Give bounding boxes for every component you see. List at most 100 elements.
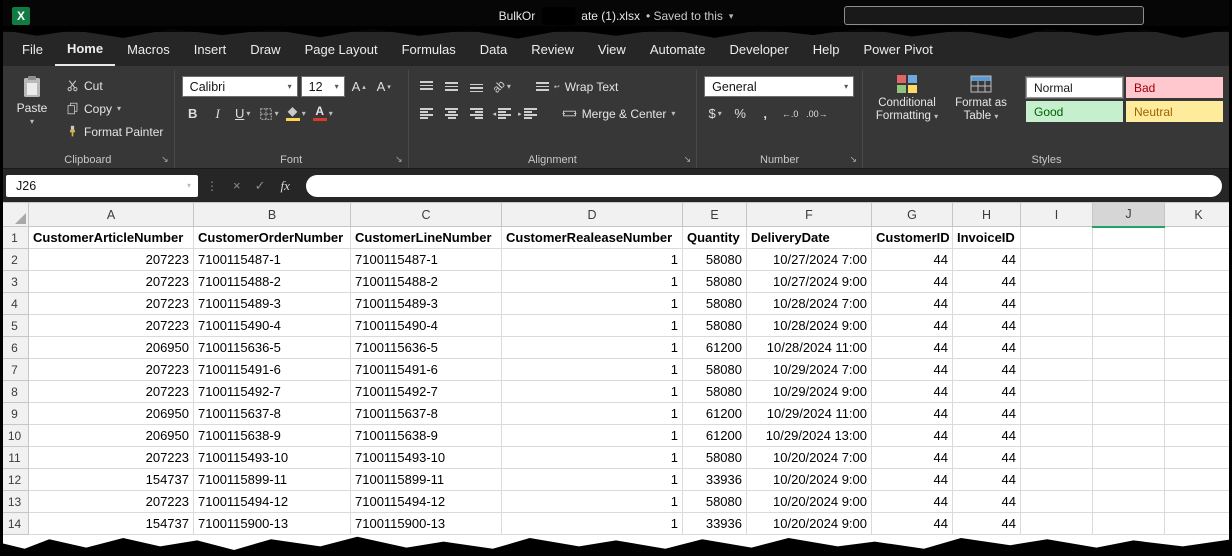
cell-A6[interactable]: 206950 [29, 337, 194, 359]
bold-button[interactable]: B [182, 103, 204, 124]
column-header-I[interactable]: I [1021, 203, 1093, 227]
row-header-10[interactable]: 10 [1, 425, 29, 447]
cell-D12[interactable]: 1 [502, 469, 683, 491]
cell-K3[interactable] [1165, 271, 1232, 293]
cell-C6[interactable]: 7100115636-5 [351, 337, 502, 359]
row-header-14[interactable]: 14 [1, 513, 29, 535]
decrease-indent-button[interactable]: ◂ [491, 103, 514, 124]
align-left-button[interactable] [416, 103, 438, 124]
column-header-B[interactable]: B [194, 203, 351, 227]
cell-F11[interactable]: 10/20/2024 7:00 [747, 447, 872, 469]
cell-G6[interactable]: 44 [872, 337, 953, 359]
cell-A5[interactable]: 207223 [29, 315, 194, 337]
cell-H6[interactable]: 44 [953, 337, 1021, 359]
accounting-format-button[interactable]: $ ▾ [704, 103, 726, 124]
align-right-button[interactable] [466, 103, 488, 124]
column-header-J[interactable]: J [1093, 203, 1165, 227]
cell-E6[interactable]: 61200 [683, 337, 747, 359]
search-box[interactable] [844, 6, 1144, 25]
column-header-G[interactable]: G [872, 203, 953, 227]
cell-I3[interactable] [1021, 271, 1093, 293]
cell-I11[interactable] [1021, 447, 1093, 469]
cell-I7[interactable] [1021, 359, 1093, 381]
cell-F10[interactable]: 10/29/2024 13:00 [747, 425, 872, 447]
conditional-formatting-button[interactable]: Conditional Formatting ▾ [870, 70, 944, 150]
cell-E11[interactable]: 58080 [683, 447, 747, 469]
cell-E9[interactable]: 61200 [683, 403, 747, 425]
insert-function-button[interactable]: fx [281, 178, 290, 194]
cell-H4[interactable]: 44 [953, 293, 1021, 315]
cell-F5[interactable]: 10/28/2024 9:00 [747, 315, 872, 337]
style-normal[interactable]: Normal [1026, 77, 1123, 98]
cell-C7[interactable]: 7100115491-6 [351, 359, 502, 381]
name-box[interactable]: J26 ▾ [6, 175, 198, 197]
cell-A9[interactable]: 206950 [29, 403, 194, 425]
cell-D14[interactable]: 1 [502, 513, 683, 535]
cell-F1[interactable]: DeliveryDate [747, 227, 872, 249]
cell-D6[interactable]: 1 [502, 337, 683, 359]
cell-G9[interactable]: 44 [872, 403, 953, 425]
menu-tab-view[interactable]: View [586, 32, 638, 66]
cell-G8[interactable]: 44 [872, 381, 953, 403]
cell-H14[interactable]: 44 [953, 513, 1021, 535]
row-header-8[interactable]: 8 [1, 381, 29, 403]
cell-G14[interactable]: 44 [872, 513, 953, 535]
cell-J3[interactable] [1093, 271, 1165, 293]
cell-G11[interactable]: 44 [872, 447, 953, 469]
cell-K5[interactable] [1165, 315, 1232, 337]
increase-decimal-button[interactable]: ←.0 [779, 103, 801, 124]
cell-E10[interactable]: 61200 [683, 425, 747, 447]
cell-F2[interactable]: 10/27/2024 7:00 [747, 249, 872, 271]
italic-button[interactable]: I [207, 103, 229, 124]
row-header-7[interactable]: 7 [1, 359, 29, 381]
paste-dropdown-icon[interactable]: ▾ [30, 117, 34, 126]
menu-tab-formulas[interactable]: Formulas [390, 32, 468, 66]
font-size-select[interactable]: 12 ▾ [301, 76, 345, 97]
cell-A12[interactable]: 154737 [29, 469, 194, 491]
cell-B1[interactable]: CustomerOrderNumber [194, 227, 351, 249]
cell-C13[interactable]: 7100115494-12 [351, 491, 502, 513]
fill-color-button[interactable]: ▾ [284, 103, 308, 124]
row-header-5[interactable]: 5 [1, 315, 29, 337]
cell-F7[interactable]: 10/29/2024 7:00 [747, 359, 872, 381]
menu-tab-file[interactable]: File [10, 32, 55, 66]
comma-style-button[interactable]: , [754, 103, 776, 124]
cell-G3[interactable]: 44 [872, 271, 953, 293]
cell-J10[interactable] [1093, 425, 1165, 447]
cell-F3[interactable]: 10/27/2024 9:00 [747, 271, 872, 293]
cell-G7[interactable]: 44 [872, 359, 953, 381]
menu-tab-macros[interactable]: Macros [115, 32, 182, 66]
number-dialog-launcher[interactable]: ↘ [849, 154, 857, 165]
cell-I14[interactable] [1021, 513, 1093, 535]
cell-H5[interactable]: 44 [953, 315, 1021, 337]
cell-C10[interactable]: 7100115638-9 [351, 425, 502, 447]
format-painter-button[interactable]: Format Painter [63, 122, 166, 141]
cell-F14[interactable]: 10/20/2024 9:00 [747, 513, 872, 535]
row-header-12[interactable]: 12 [1, 469, 29, 491]
cell-J11[interactable] [1093, 447, 1165, 469]
cell-F4[interactable]: 10/28/2024 7:00 [747, 293, 872, 315]
cell-A8[interactable]: 207223 [29, 381, 194, 403]
cell-K7[interactable] [1165, 359, 1232, 381]
cell-J14[interactable] [1093, 513, 1165, 535]
cell-J1[interactable] [1093, 227, 1165, 249]
cell-K6[interactable] [1165, 337, 1232, 359]
column-header-D[interactable]: D [502, 203, 683, 227]
copy-dropdown-icon[interactable]: ▾ [117, 104, 121, 113]
cell-G13[interactable]: 44 [872, 491, 953, 513]
cell-D10[interactable]: 1 [502, 425, 683, 447]
cell-H13[interactable]: 44 [953, 491, 1021, 513]
merge-center-button[interactable]: Merge & Center ▾ [559, 104, 679, 123]
increase-indent-button[interactable]: ▸ [516, 103, 539, 124]
cell-E4[interactable]: 58080 [683, 293, 747, 315]
cell-H3[interactable]: 44 [953, 271, 1021, 293]
cell-I4[interactable] [1021, 293, 1093, 315]
cell-J12[interactable] [1093, 469, 1165, 491]
style-good[interactable]: Good [1026, 101, 1123, 122]
cell-B7[interactable]: 7100115491-6 [194, 359, 351, 381]
cell-K13[interactable] [1165, 491, 1232, 513]
grow-font-button[interactable]: A▴ [348, 76, 370, 97]
font-color-button[interactable]: A ▾ [311, 103, 335, 124]
cell-B2[interactable]: 7100115487-1 [194, 249, 351, 271]
percent-style-button[interactable]: % [729, 103, 751, 124]
